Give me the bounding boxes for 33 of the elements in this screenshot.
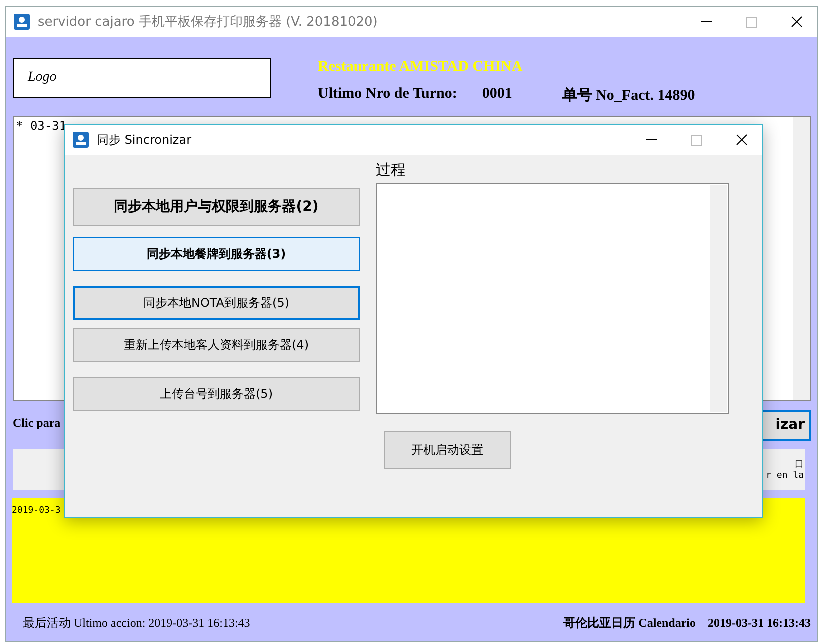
sync-option-button[interactable]: 重新上传本地客人资料到服务器(4) [73, 328, 360, 362]
minimize-icon[interactable] [701, 21, 712, 23]
app-icon [73, 132, 89, 148]
sync-option-button[interactable]: 上传台号到服务器(5) [73, 377, 360, 411]
startup-settings-button[interactable]: 开机启动设置 [384, 431, 511, 469]
clock-text: 2019-03-31 16:13:43 [708, 616, 811, 630]
scrollbar[interactable] [710, 185, 727, 412]
minimize-icon[interactable] [646, 139, 657, 141]
restaurant-name: Restaurante AMISTAD CHINA [318, 59, 524, 76]
scrollbar[interactable] [793, 117, 810, 400]
turn-label: Ultimo Nro de Turno: [318, 86, 458, 104]
last-action-text: 最后活动 Ultimo accion: 2019-03-31 16:13:43 [23, 614, 250, 632]
sync-option-button[interactable]: 同步本地用户与权限到服务器(2) [73, 188, 360, 226]
dialog-title: 同步 Sincronizar [97, 132, 192, 148]
log-line: 2019-03-3 [12, 506, 61, 516]
invoice-number: 单号 No_Fact. 14890 [562, 86, 696, 105]
close-icon[interactable] [791, 16, 803, 28]
info-line: 口 [795, 459, 804, 471]
maximize-icon[interactable] [746, 16, 757, 28]
process-label: 过程 [376, 161, 407, 181]
maximize-icon[interactable] [691, 134, 702, 146]
logo-box: Logo [13, 58, 271, 98]
process-text-area[interactable] [376, 183, 729, 414]
info-line: r en la [766, 471, 804, 481]
sync-option-button[interactable]: 同步本地NOTA到服务器(5) [73, 286, 360, 320]
log-line: * 03-31 [16, 119, 67, 133]
close-icon[interactable] [736, 134, 748, 146]
turn-number: 0001 [482, 86, 512, 104]
instruction-text: Clic para [13, 416, 61, 430]
app-icon [14, 14, 30, 30]
sync-option-button[interactable]: 同步本地餐牌到服务器(3) [73, 237, 360, 271]
calendar-label: 哥伦比亚日历 Calendario [564, 614, 696, 632]
window-title: servidor cajaro 手机平板保存打印服务器 (V. 20181020) [38, 14, 378, 31]
